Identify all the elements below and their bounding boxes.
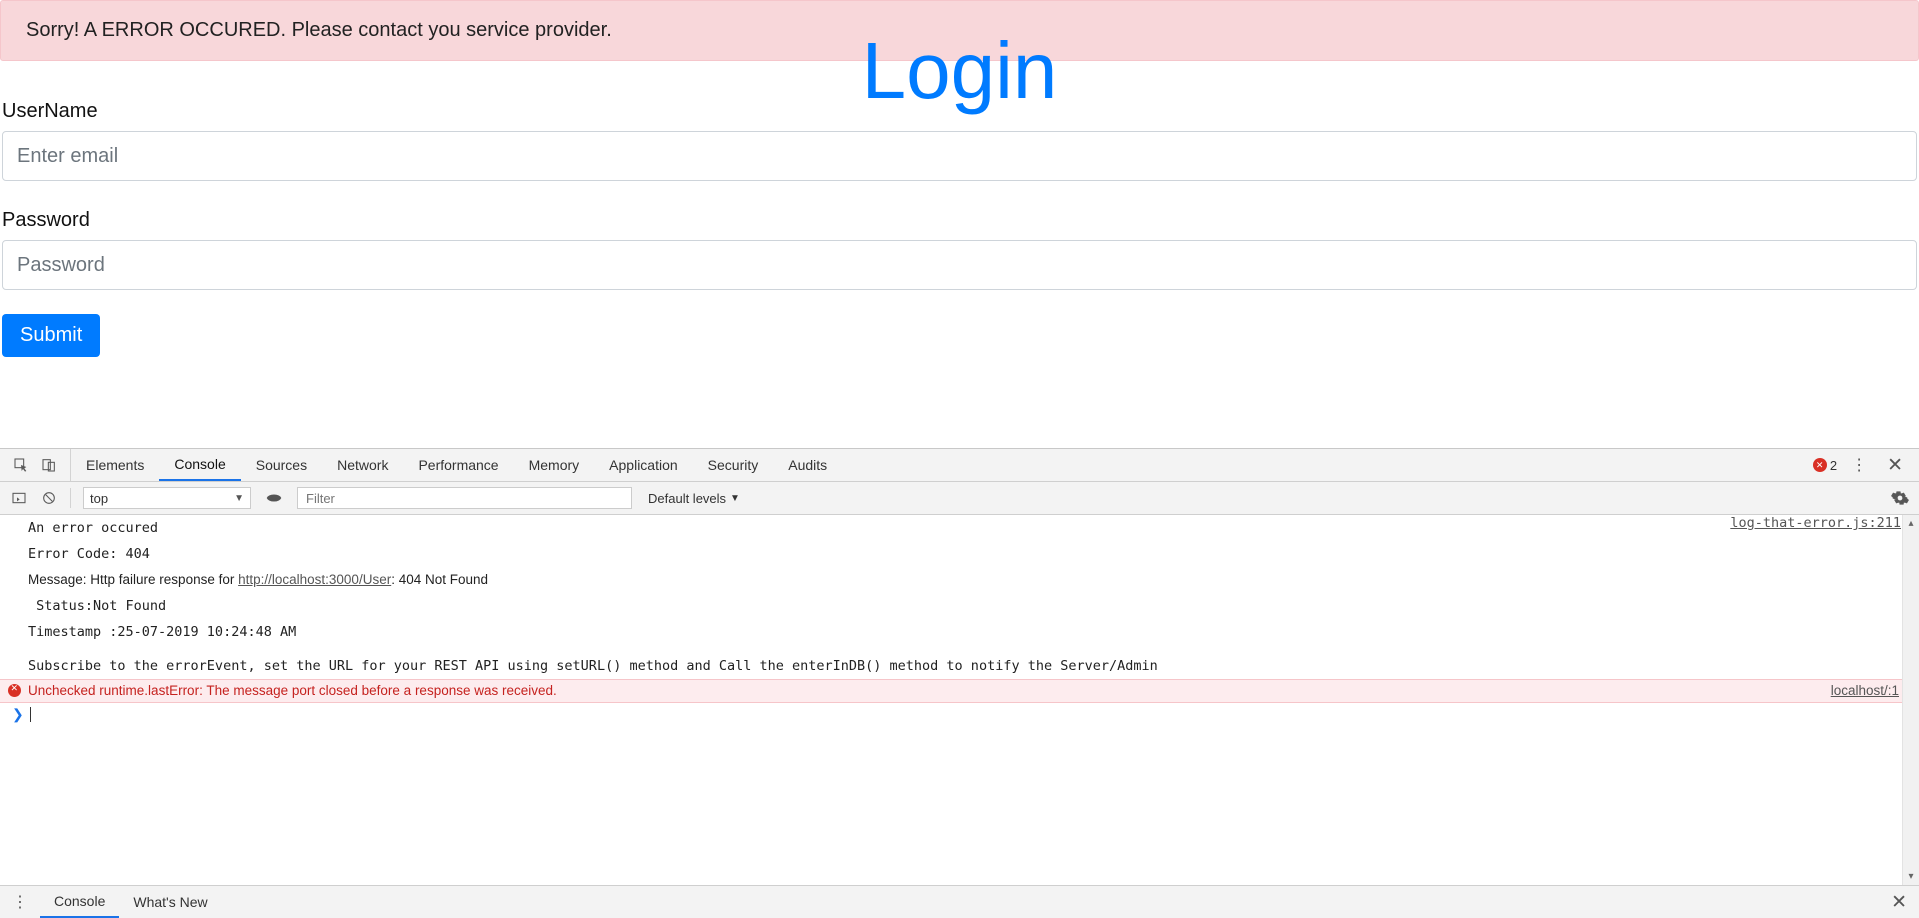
console-scrollbar[interactable]: ▴ ▾ <box>1902 515 1919 885</box>
console-error-text: Unchecked runtime.lastError: The message… <box>28 683 557 698</box>
password-input[interactable] <box>2 240 1917 290</box>
tab-elements[interactable]: Elements <box>71 449 159 481</box>
login-form: UserName Password Submit <box>0 100 1919 357</box>
username-label: UserName <box>2 100 1917 123</box>
devtools-close-icon[interactable]: ✕ <box>1881 454 1909 477</box>
toolbar-divider <box>70 488 71 508</box>
page-viewport: Sorry! A ERROR OCCURED. Please contact y… <box>0 0 1919 448</box>
execution-context-value: top <box>90 491 108 506</box>
tab-performance[interactable]: Performance <box>403 449 513 481</box>
drawer-tab-console[interactable]: Console <box>40 886 119 918</box>
inspect-icon[interactable] <box>12 456 30 474</box>
console-prompt[interactable]: ❯ <box>0 703 1919 726</box>
live-expression-icon[interactable] <box>263 490 285 506</box>
tab-console[interactable]: Console <box>159 449 240 481</box>
devtools-menu-icon[interactable]: ⋮ <box>1847 455 1871 475</box>
scroll-up-icon[interactable]: ▴ <box>1903 515 1919 532</box>
prompt-chevron-icon: ❯ <box>12 706 24 723</box>
error-dot-icon <box>1813 458 1827 472</box>
console-sidebar-toggle-icon[interactable] <box>10 489 28 507</box>
submit-button[interactable]: Submit <box>2 314 100 357</box>
drawer-tab-whatsnew[interactable]: What's New <box>119 886 221 918</box>
chevron-down-icon: ▼ <box>234 493 244 504</box>
tab-sources[interactable]: Sources <box>241 449 322 481</box>
chevron-down-icon: ▼ <box>730 493 740 504</box>
console-toolbar: top ▼ Default levels ▼ <box>0 482 1919 515</box>
console-line <box>0 645 1919 653</box>
error-count-badge[interactable]: 2 <box>1813 458 1837 473</box>
error-count: 2 <box>1830 458 1837 473</box>
console-text: : 404 Not Found <box>391 572 488 587</box>
console-source-link[interactable]: localhost/:1 <box>1831 683 1899 698</box>
console-filter-input[interactable] <box>297 487 632 509</box>
tab-memory[interactable]: Memory <box>514 449 595 481</box>
console-source-link[interactable]: log-that-error.js:211 <box>1730 515 1919 531</box>
console-line: Message: Http failure response for http:… <box>0 567 1919 593</box>
error-icon <box>8 684 21 697</box>
tab-application[interactable]: Application <box>594 449 693 481</box>
console-settings-icon[interactable] <box>1891 489 1909 507</box>
clear-console-icon[interactable] <box>40 489 58 507</box>
console-line: Error Code: 404 <box>0 541 1919 567</box>
log-levels-label: Default levels <box>648 491 726 506</box>
prompt-cursor <box>30 707 31 722</box>
console-text: Message: Http failure response for <box>28 572 238 587</box>
tab-security[interactable]: Security <box>693 449 774 481</box>
console-line: Status:Not Found <box>0 593 1919 619</box>
devtools-panel: Elements Console Sources Network Perform… <box>0 448 1919 918</box>
tab-network[interactable]: Network <box>322 449 403 481</box>
drawer-close-icon[interactable]: ✕ <box>1879 891 1919 914</box>
console-line: An error occured <box>0 515 1919 541</box>
scroll-down-icon[interactable]: ▾ <box>1903 868 1919 885</box>
console-log-block: log-that-error.js:211 An error occured E… <box>0 515 1919 679</box>
devtools-tabbar: Elements Console Sources Network Perform… <box>0 449 1919 482</box>
device-toggle-icon[interactable] <box>40 456 58 474</box>
devtools-drawer: ⋮ Console What's New ✕ <box>0 885 1919 918</box>
log-levels-select[interactable]: Default levels ▼ <box>648 491 740 506</box>
execution-context-select[interactable]: top ▼ <box>83 487 251 509</box>
password-label: Password <box>2 209 1917 232</box>
username-input[interactable] <box>2 131 1917 181</box>
console-line: Subscribe to the errorEvent, set the URL… <box>0 653 1919 679</box>
console-output: log-that-error.js:211 An error occured E… <box>0 515 1919 885</box>
console-line: Timestamp :25-07-2019 10:24:48 AM <box>0 619 1919 645</box>
drawer-menu-icon[interactable]: ⋮ <box>0 892 40 912</box>
console-url-link[interactable]: http://localhost:3000/User <box>238 572 391 587</box>
tab-audits[interactable]: Audits <box>773 449 842 481</box>
console-error-line: localhost/:1 Unchecked runtime.lastError… <box>0 679 1919 703</box>
